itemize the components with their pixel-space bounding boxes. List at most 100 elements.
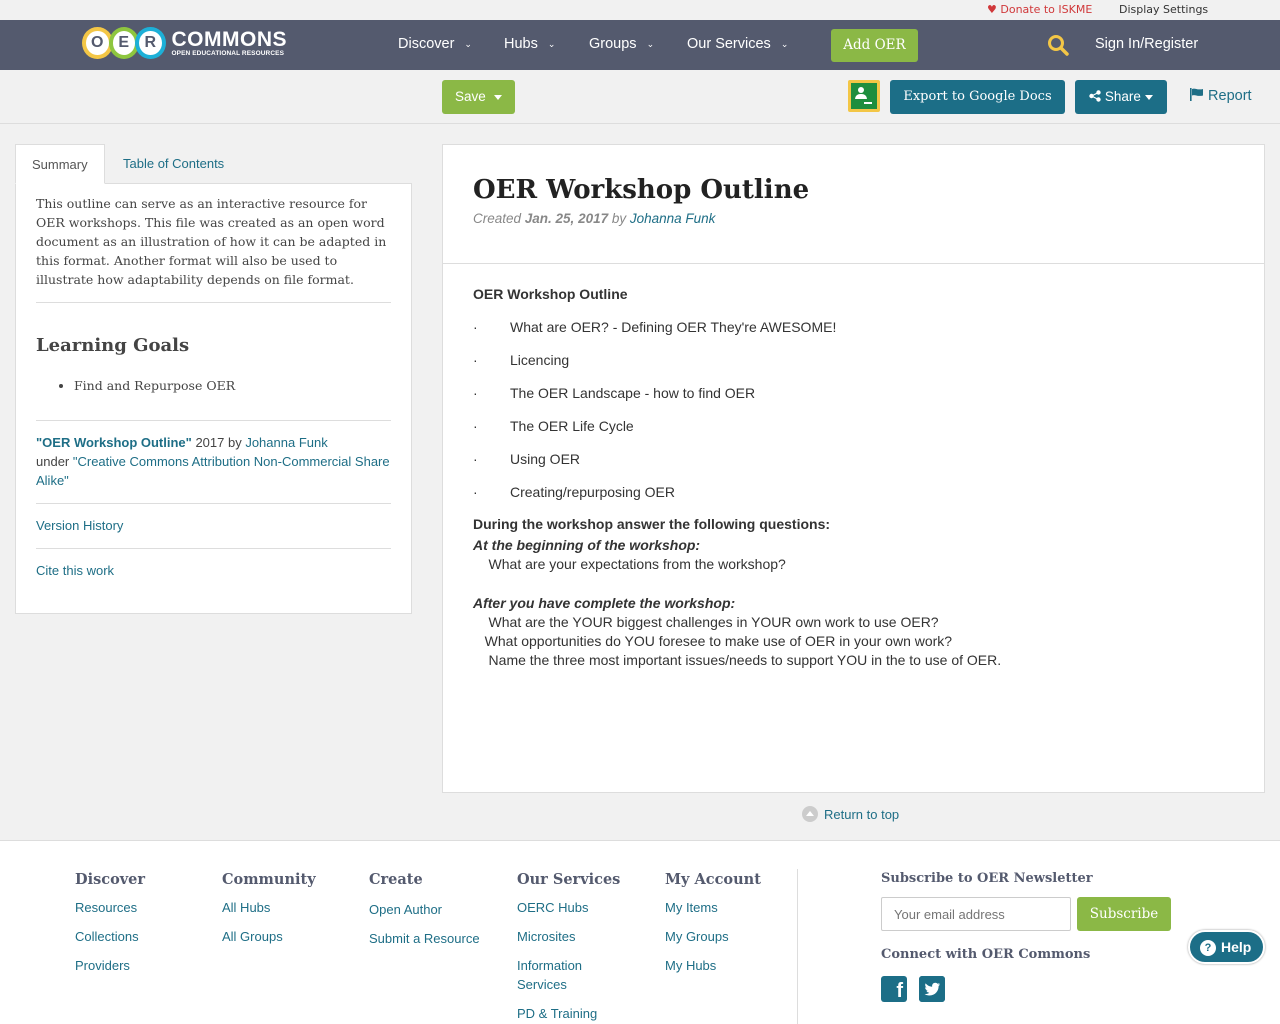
created-label: Created xyxy=(473,211,525,226)
footer-link[interactable]: Submit a Resource xyxy=(369,929,509,948)
oer-commons-logo[interactable]: O E R COMMONS OPEN EDUCATIONAL RESOURCES xyxy=(82,26,287,60)
nav-hubs[interactable]: Hubs ⌄ xyxy=(504,36,555,52)
footer-link[interactable]: Resources xyxy=(75,898,215,917)
nav-groups[interactable]: Groups ⌄ xyxy=(589,36,654,52)
nav-groups-label: Groups xyxy=(589,36,637,52)
nav-our-services[interactable]: Our Services ⌄ xyxy=(687,36,788,52)
chevron-down-icon: ⌄ xyxy=(464,39,472,49)
search-icon[interactable] xyxy=(1046,33,1070,57)
outline-item: · Creating/repurposing OER xyxy=(473,484,1234,500)
classroom-bar xyxy=(864,102,872,104)
return-to-top-link[interactable]: Return to top xyxy=(802,806,899,822)
attribution: "OER Workshop Outline" 2017 by Johanna F… xyxy=(36,433,391,490)
main-navbar: O E R COMMONS OPEN EDUCATIONAL RESOURCES… xyxy=(0,20,1280,70)
chevron-down-icon: ⌄ xyxy=(547,39,556,49)
report-label: Report xyxy=(1208,88,1252,104)
outline-item-text: Licencing xyxy=(510,352,570,368)
footer-column-discover: Discover Resources Collections Providers xyxy=(75,871,215,975)
sidebar-tabs: Summary Table of Contents xyxy=(15,144,412,184)
tab-table-of-contents[interactable]: Table of Contents xyxy=(107,144,240,184)
footer-column-our-services: Our Services OERC Hubs Microsites Inform… xyxy=(517,871,637,1023)
share-label: Share xyxy=(1104,89,1141,104)
outline-bullet: · xyxy=(473,352,478,368)
help-button[interactable]: ? Help xyxy=(1188,930,1265,964)
help-label: Help xyxy=(1221,939,1252,955)
facebook-icon[interactable]: f xyxy=(881,976,907,1002)
save-button[interactable]: Save xyxy=(442,80,515,114)
connect-title: Connect with OER Commons xyxy=(881,947,1091,962)
after-question-3: Name the three most important issues/nee… xyxy=(473,652,1002,668)
report-button[interactable]: Report xyxy=(1190,88,1252,104)
sign-in-register-link[interactable]: Sign In/Register xyxy=(1095,36,1198,52)
footer-column-community: Community All Hubs All Groups xyxy=(222,871,362,946)
footer-link[interactable]: Open Author xyxy=(369,900,509,919)
footer-link[interactable]: Information Services xyxy=(517,956,627,994)
footer-link[interactable]: OERC Hubs xyxy=(517,898,637,917)
google-classroom-icon[interactable] xyxy=(848,80,880,112)
footer-link[interactable]: Collections xyxy=(75,927,215,946)
created-date: Jan. 25, 2017 xyxy=(524,211,609,226)
logo-subtitle: OPEN EDUCATIONAL RESOURCES xyxy=(171,49,285,57)
outline-bullet: · xyxy=(473,418,478,434)
return-to-top-label: Return to top xyxy=(824,807,900,822)
divider xyxy=(36,503,391,504)
attribution-title-link[interactable]: "OER Workshop Outline" xyxy=(36,435,192,450)
footer-link[interactable]: All Hubs xyxy=(222,898,362,917)
export-google-docs-button[interactable]: Export to Google Docs xyxy=(890,80,1065,114)
twitter-icon[interactable] xyxy=(919,976,945,1002)
heart-icon: ♥ xyxy=(987,3,997,16)
attribution-under: under xyxy=(36,454,73,469)
divider xyxy=(36,302,391,303)
chevron-up-circle-icon xyxy=(802,806,818,822)
license-link[interactable]: "Creative Commons Attribution Non-Commer… xyxy=(36,454,390,488)
newsletter-email-input[interactable] xyxy=(881,897,1071,931)
after-question-2: What opportunities do YOU foresee to mak… xyxy=(473,633,953,649)
donate-link[interactable]: ♥ Donate to ISKME xyxy=(987,3,1092,16)
footer-link[interactable]: My Groups xyxy=(665,927,805,946)
nav-discover-label: Discover xyxy=(398,36,455,52)
attribution-year: 2017 by xyxy=(191,435,246,450)
add-oer-button[interactable]: Add OER xyxy=(831,29,918,62)
display-settings-link[interactable]: Display Settings xyxy=(1119,3,1208,16)
divider xyxy=(36,548,391,549)
classroom-person-body xyxy=(855,94,867,99)
footer-link[interactable]: Microsites xyxy=(517,927,637,946)
logo-text: COMMONS OPEN EDUCATIONAL RESOURCES xyxy=(172,29,288,58)
outline-bullet: · xyxy=(473,319,478,335)
footer-link[interactable]: Providers xyxy=(75,956,215,975)
footer-column-title: Create xyxy=(369,871,423,888)
footer-link[interactable]: My Items xyxy=(665,898,805,917)
outline-item-text: The OER Life Cycle xyxy=(510,418,634,434)
footer-column-create: Create Open Author Submit a Resource xyxy=(369,871,509,948)
outline-bullet: · xyxy=(473,385,478,401)
learning-goal-item: Find and Repurpose OER xyxy=(74,378,391,393)
cite-this-work-link[interactable]: Cite this work xyxy=(36,563,114,578)
share-button[interactable]: Share xyxy=(1075,80,1167,114)
footer-column-title: Our Services xyxy=(517,871,621,888)
beginning-label: At the beginning of the workshop: xyxy=(473,537,701,553)
caret-down-icon xyxy=(493,94,502,100)
chevron-down-icon: ⌄ xyxy=(780,39,789,49)
subscribe-button[interactable]: Subscribe xyxy=(1077,897,1171,931)
beginning-question: What are your expectations from the work… xyxy=(473,556,786,572)
footer-link[interactable]: PD & Training xyxy=(517,1004,637,1023)
divider xyxy=(36,420,391,421)
attribution-author-link[interactable]: Johanna Funk xyxy=(245,435,327,450)
learning-goals-list: Find and Repurpose OER xyxy=(74,378,391,393)
footer-link[interactable]: My Hubs xyxy=(665,956,805,975)
resource-content: OER Workshop Outline Created Jan. 25, 20… xyxy=(442,144,1265,793)
outline-item: · The OER Landscape - how to find OER xyxy=(473,385,1234,401)
tab-summary[interactable]: Summary xyxy=(15,144,105,184)
nav-hubs-label: Hubs xyxy=(504,36,538,52)
summary-text: This outline can serve as an interactive… xyxy=(36,196,387,287)
nav-discover[interactable]: Discover ⌄ xyxy=(398,36,472,52)
author-link[interactable]: Johanna Funk xyxy=(630,211,716,226)
outline-bullet: · xyxy=(473,484,478,500)
utility-bar: ♥ Donate to ISKME Display Settings xyxy=(0,0,1280,20)
resource-meta: Created Jan. 25, 2017 by Johanna Funk xyxy=(473,211,1234,226)
outline-item: · Using OER xyxy=(473,451,1234,467)
footer-link[interactable]: All Groups xyxy=(222,927,362,946)
after-question-1: What are the YOUR biggest challenges in … xyxy=(473,614,939,630)
version-history-link[interactable]: Version History xyxy=(36,518,123,533)
share-icon xyxy=(1089,90,1101,102)
